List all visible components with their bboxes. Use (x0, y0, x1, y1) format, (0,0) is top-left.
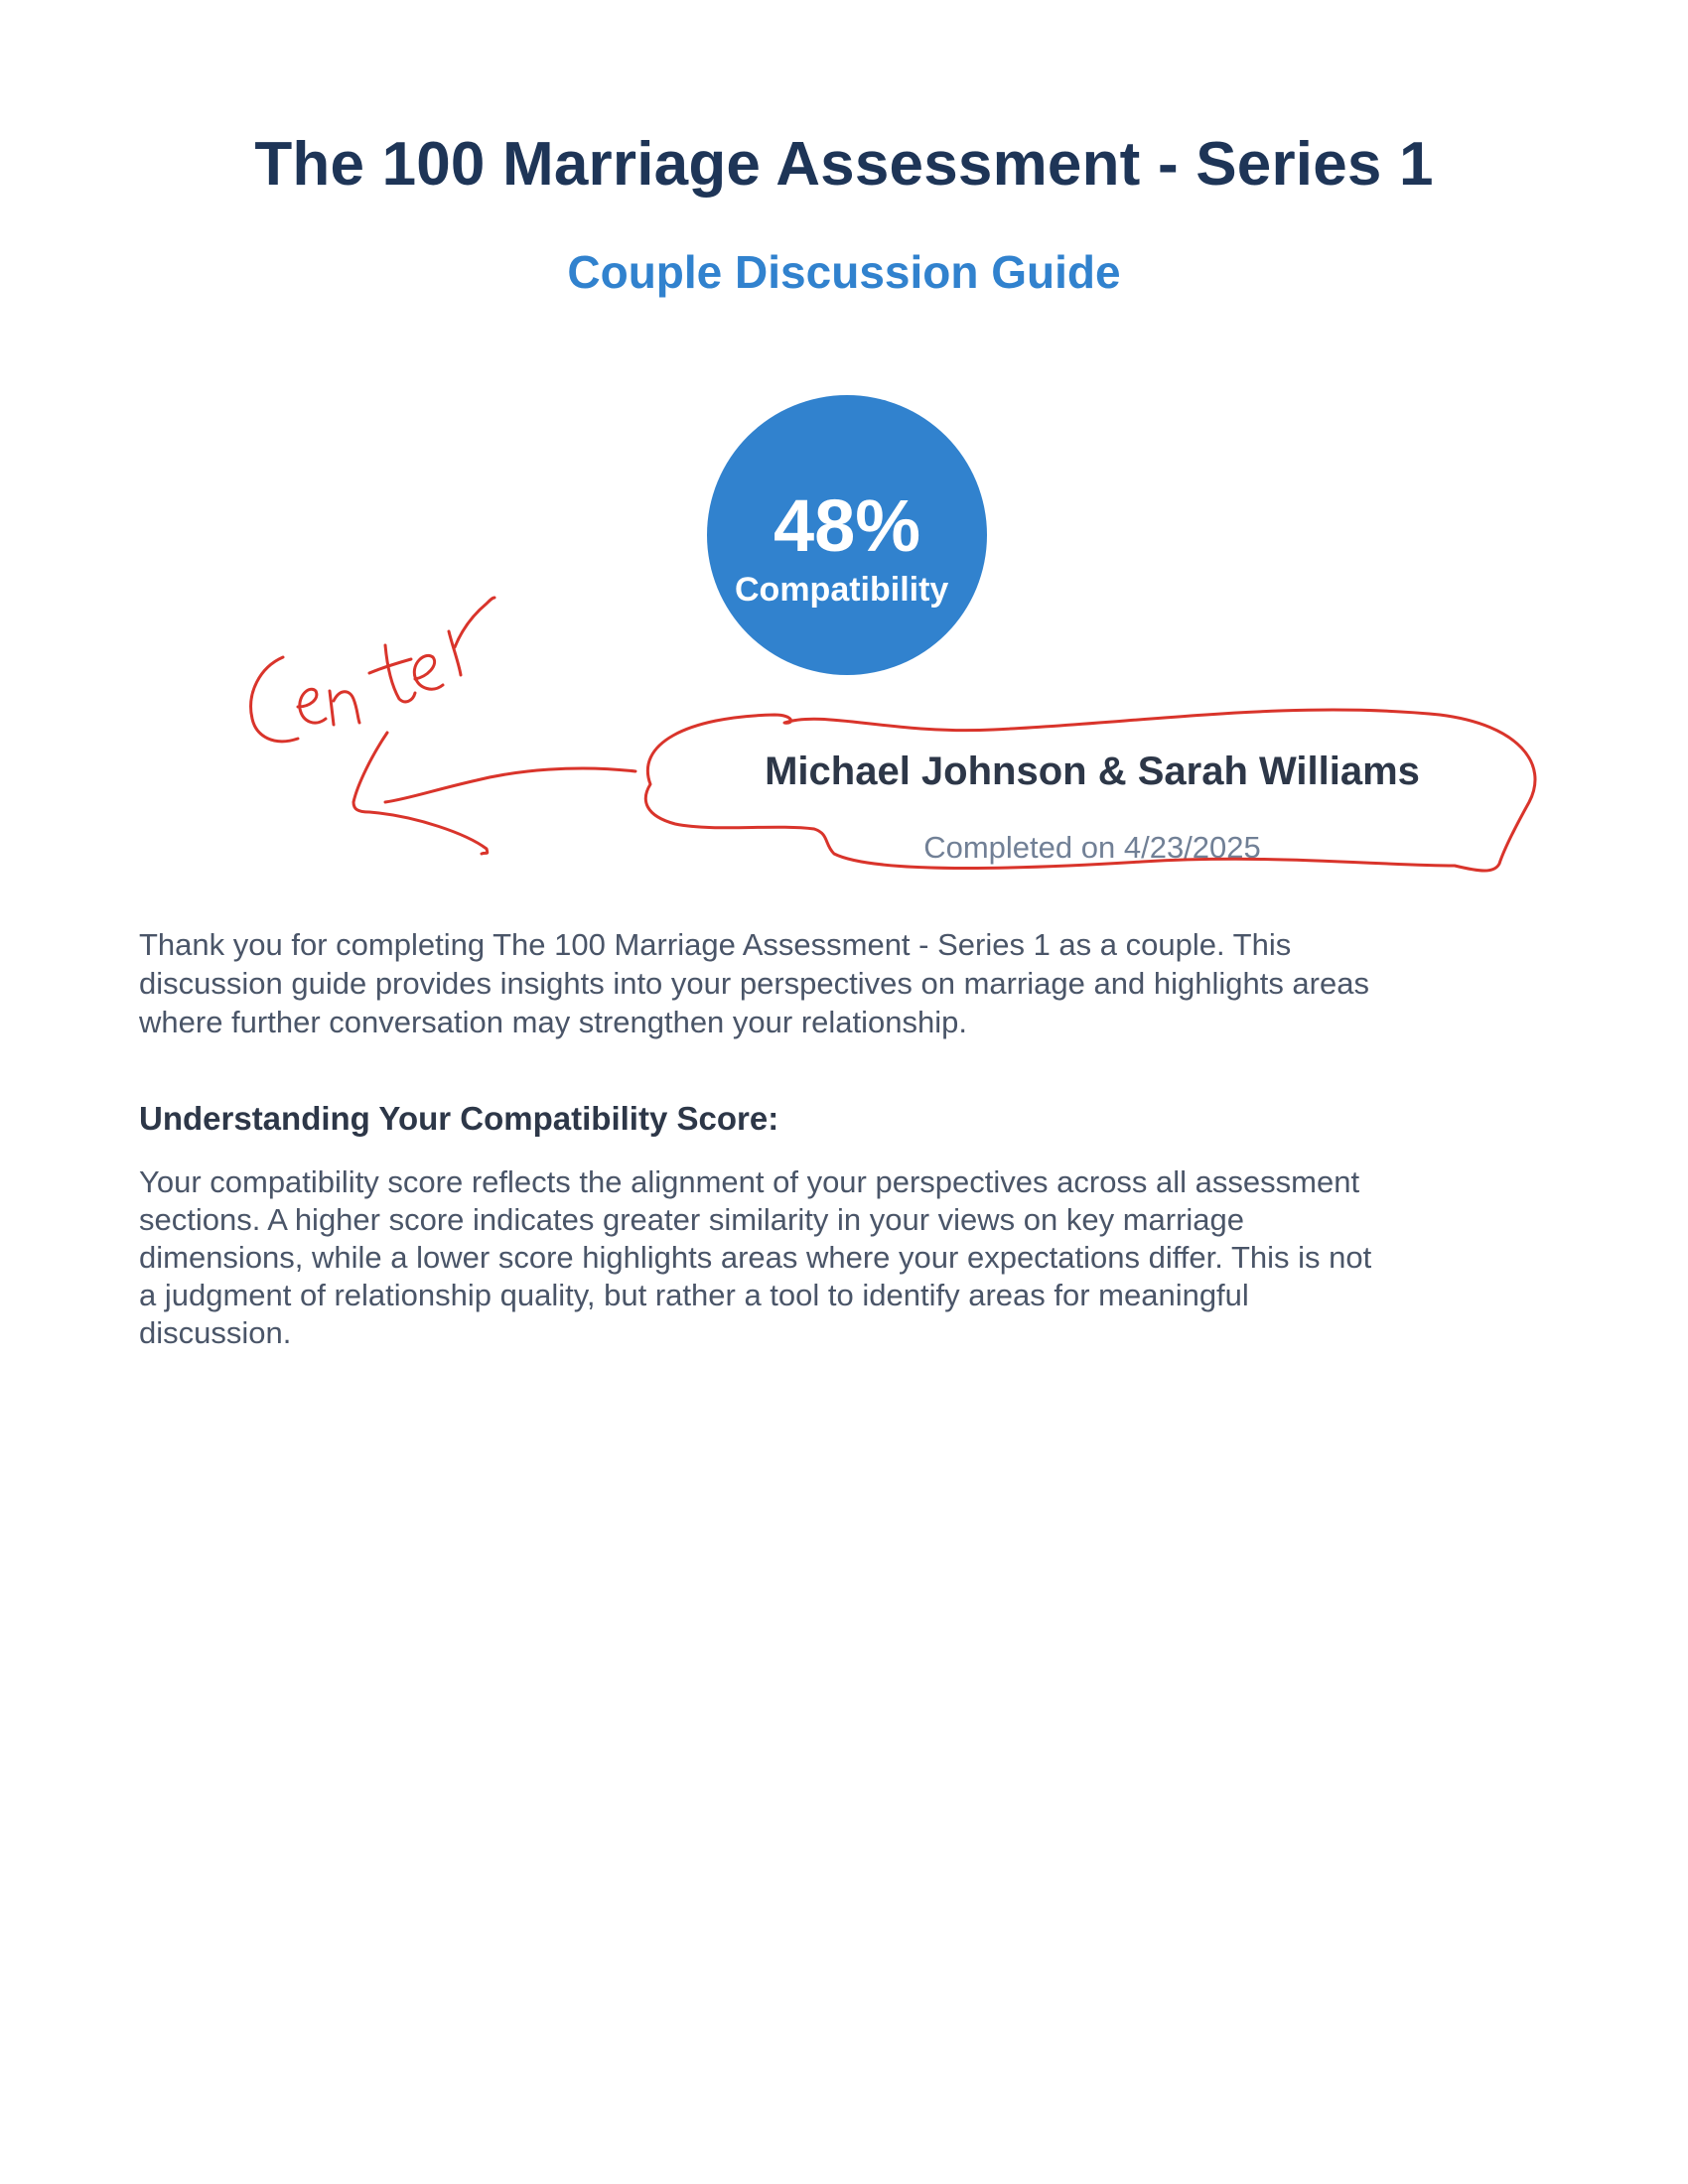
understanding-paragraph: Your compatibility score reflects the al… (139, 1164, 1372, 1350)
document-subtitle: Couple Discussion Guide (567, 246, 1121, 298)
handwritten-letter-t (367, 643, 417, 704)
completion-date-line: Completed on 4/23/2025 (645, 828, 1539, 868)
couple-names: Michael Johnson & Sarah Williams (765, 750, 1420, 793)
handwritten-letter-n (328, 689, 361, 727)
document-title: The 100 Marriage Assessment - Series 1 (254, 130, 1434, 199)
compatibility-score-value: 48% (773, 484, 921, 567)
understanding-heading: Understanding Your Compatibility Score: (139, 1100, 779, 1137)
intro-paragraph: Thank you for completing The 100 Marriag… (139, 927, 1369, 1039)
handwritten-letter-r (447, 596, 496, 677)
completed-prefix: Completed on (923, 830, 1116, 865)
handwritten-letter-e2 (412, 654, 445, 691)
arrow-head (352, 731, 490, 856)
completed-date: 4/23/2025 (1123, 830, 1261, 865)
arrow-shaft (383, 766, 637, 804)
handwritten-annotations (249, 596, 1537, 873)
handwritten-letter-c (249, 655, 300, 744)
compatibility-score-label: Compatibility (735, 571, 949, 609)
handwritten-letter-e1 (296, 687, 328, 725)
